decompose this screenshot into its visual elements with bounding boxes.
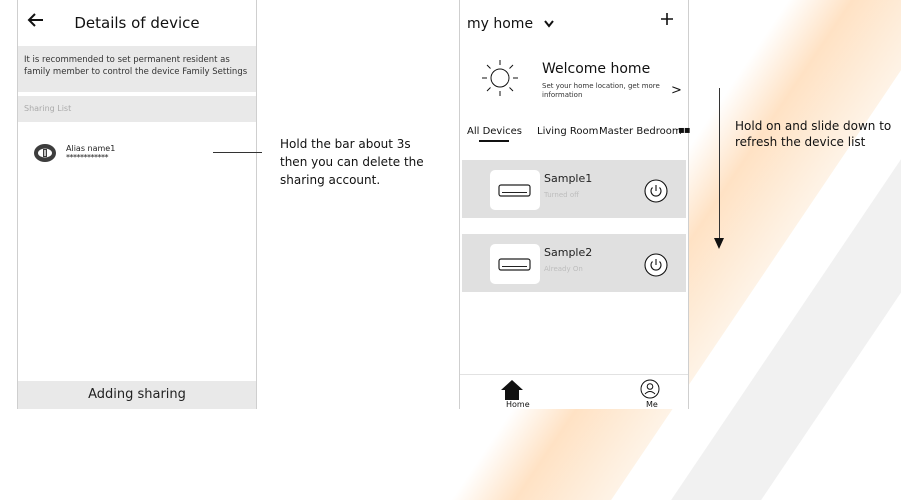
device-name: Sample2 [544,246,593,259]
sharing-alias: Alias name1 [66,144,116,153]
welcome-banner[interactable]: Welcome home Set your home location, get… [460,48,688,112]
power-icon[interactable] [643,178,669,204]
device-card[interactable]: Sample1 Turned off [462,160,686,218]
chevron-down-icon [543,16,554,32]
sharing-list-label: Sharing List [24,104,72,113]
user-icon[interactable] [640,379,662,401]
device-thumbnail [490,170,540,210]
home-screen: my home Welcome home Set your home locat… [459,0,691,409]
avatar [34,144,56,162]
sun-icon [480,58,520,98]
callout-text-delete-sharing: Hold the bar about 3s then you can delet… [280,137,424,187]
welcome-chevron-icon: > [671,83,682,98]
tab-master-bedroom[interactable]: Master Bedroom [599,126,682,137]
header: Details of device [18,0,256,46]
home-label: my home [467,16,534,32]
pull-down-arrow-icon [714,238,724,249]
device-details-screen: Details of device It is recommended to s… [17,0,257,409]
device-name: Sample1 [544,172,593,185]
nav-home-label[interactable]: Home [506,400,530,409]
family-settings-notice[interactable]: It is recommended to set permanent resid… [18,46,256,92]
tab-living-room[interactable]: Living Room [537,126,598,137]
home-selector[interactable]: my home [467,16,554,32]
callout-text-refresh: Hold on and slide down to refresh the de… [735,119,892,149]
power-icon[interactable] [643,252,669,278]
tab-all-devices[interactable]: All Devices [467,126,522,137]
more-tabs-icon[interactable]: ▪▪ [678,125,691,136]
welcome-subtitle: Set your home location, get more informa… [542,82,660,99]
page-title: Details of device [74,14,200,32]
bottom-navigation: Home Me [460,374,688,409]
active-tab-indicator [479,140,509,142]
welcome-title: Welcome home [542,61,651,77]
device-card[interactable]: Sample2 Already On [462,234,686,292]
air-conditioner-icon [498,183,531,197]
air-conditioner-icon [498,257,531,271]
sharing-list-item[interactable]: Alias name1 ************ [18,136,256,170]
room-tabs: All Devices Living Room Master Bedroom ▪… [460,122,691,144]
background-gray-stripe [671,0,901,500]
device-status: Turned off [544,191,579,199]
sharing-list-header: Sharing List [18,96,256,122]
notice-text: It is recommended to set permanent resid… [24,55,248,77]
device-status: Already On [544,265,583,273]
callout-connector-line [213,152,262,153]
nav-me-label[interactable]: Me [646,400,658,409]
pull-down-arrow-line [719,88,720,240]
plus-icon[interactable] [660,10,674,31]
adding-sharing-button[interactable]: Adding sharing [18,381,256,409]
adding-sharing-label: Adding sharing [88,387,186,402]
sharing-account-masked: ************ [66,153,109,162]
device-thumbnail [490,244,540,284]
